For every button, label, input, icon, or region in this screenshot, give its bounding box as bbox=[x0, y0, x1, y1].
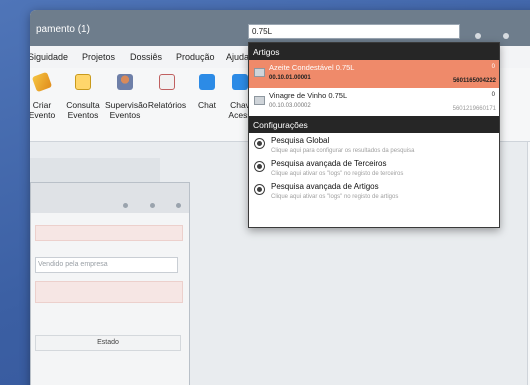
result-qty: 0 bbox=[491, 64, 495, 70]
section-header-artigos: Artigos bbox=[249, 43, 499, 60]
chat-icon bbox=[199, 74, 215, 90]
toolbar-label: Consulta Eventos bbox=[66, 100, 100, 120]
maximize-button[interactable] bbox=[149, 203, 155, 208]
gear-icon bbox=[255, 162, 264, 171]
section-header-configuracoes: Configurações bbox=[249, 116, 499, 133]
maximize-button[interactable] bbox=[502, 33, 509, 39]
result-name: Azeite Condestável 0.75L bbox=[269, 63, 355, 72]
result-ean: 5601165004222 bbox=[452, 78, 496, 84]
calculator-icon bbox=[159, 74, 175, 90]
document-icon bbox=[75, 74, 91, 90]
menu-item-producao[interactable]: Produção bbox=[176, 52, 215, 62]
sub-window: Vendido pela empresa Estado bbox=[30, 182, 190, 385]
toolbar-label: Criar Evento bbox=[30, 100, 56, 120]
minimize-button[interactable] bbox=[123, 203, 129, 208]
menu-item-dossies[interactable]: Dossiês bbox=[130, 52, 162, 62]
config-item-global[interactable]: Pesquisa Global Clique aqui para configu… bbox=[249, 133, 499, 156]
person-icon bbox=[117, 74, 133, 90]
form-field[interactable] bbox=[35, 225, 183, 241]
config-subtitle: Clique aqui ativar os "logs" no registo … bbox=[271, 171, 404, 177]
config-title: Pesquisa avançada de Artigos bbox=[271, 182, 379, 191]
sub-window-controls bbox=[106, 195, 181, 213]
menu-item-ajuda[interactable]: Ajuda bbox=[226, 52, 249, 62]
result-name: Vinagre de Vinho 0.75L bbox=[269, 91, 348, 100]
consult-events-button[interactable]: Consulta Eventos bbox=[63, 74, 103, 120]
pencil-icon bbox=[31, 71, 53, 93]
create-event-button[interactable]: Criar Evento bbox=[30, 71, 62, 120]
config-item-terceiros[interactable]: Pesquisa avançada de Terceiros Clique aq… bbox=[249, 156, 499, 179]
table-header-estado: Estado bbox=[35, 335, 181, 351]
supervise-events-button[interactable]: Supervisão Eventos bbox=[105, 74, 148, 120]
menu-item-projetos[interactable]: Projetos bbox=[82, 52, 115, 62]
menu-item-siguidade[interactable]: Siguidade bbox=[30, 52, 68, 62]
sub-window-bar bbox=[31, 183, 189, 213]
form-field[interactable] bbox=[35, 281, 183, 303]
config-subtitle: Clique aqui ativar os "logs" no registo … bbox=[271, 194, 399, 200]
config-item-artigos[interactable]: Pesquisa avançada de Artigos Clique aqui… bbox=[249, 179, 499, 202]
result-qty: 0 bbox=[491, 92, 495, 98]
minimize-button[interactable] bbox=[475, 33, 482, 39]
result-item[interactable]: Azeite Condestável 0.75L 00.10.01.00001 … bbox=[249, 60, 499, 88]
config-title: Pesquisa avançada de Terceiros bbox=[271, 159, 387, 168]
result-item[interactable]: Vinagre de Vinho 0.75L 00.10.03.00002 0 … bbox=[249, 88, 499, 116]
gear-icon bbox=[255, 185, 264, 194]
close-button[interactable] bbox=[176, 203, 181, 208]
result-ean: 5601219660171 bbox=[452, 106, 496, 112]
seller-select[interactable]: Vendido pela empresa bbox=[35, 257, 178, 273]
key-icon bbox=[232, 74, 248, 90]
reports-button[interactable]: Relatórios bbox=[147, 74, 187, 110]
search-results-dropdown: Artigos Azeite Condestável 0.75L 00.10.0… bbox=[248, 42, 500, 228]
gear-icon bbox=[255, 139, 264, 148]
search-input[interactable] bbox=[248, 24, 460, 39]
window-title: pamento (1) bbox=[36, 24, 90, 35]
product-icon bbox=[254, 68, 265, 77]
title-bar: pamento (1) bbox=[30, 10, 530, 46]
toolbar-label: Supervisão Eventos bbox=[105, 100, 148, 120]
toolbar-label: Relatórios bbox=[147, 100, 187, 110]
config-title: Pesquisa Global bbox=[271, 136, 330, 145]
product-icon bbox=[254, 96, 265, 105]
config-subtitle: Clique aqui para configurar os resultado… bbox=[271, 148, 415, 154]
